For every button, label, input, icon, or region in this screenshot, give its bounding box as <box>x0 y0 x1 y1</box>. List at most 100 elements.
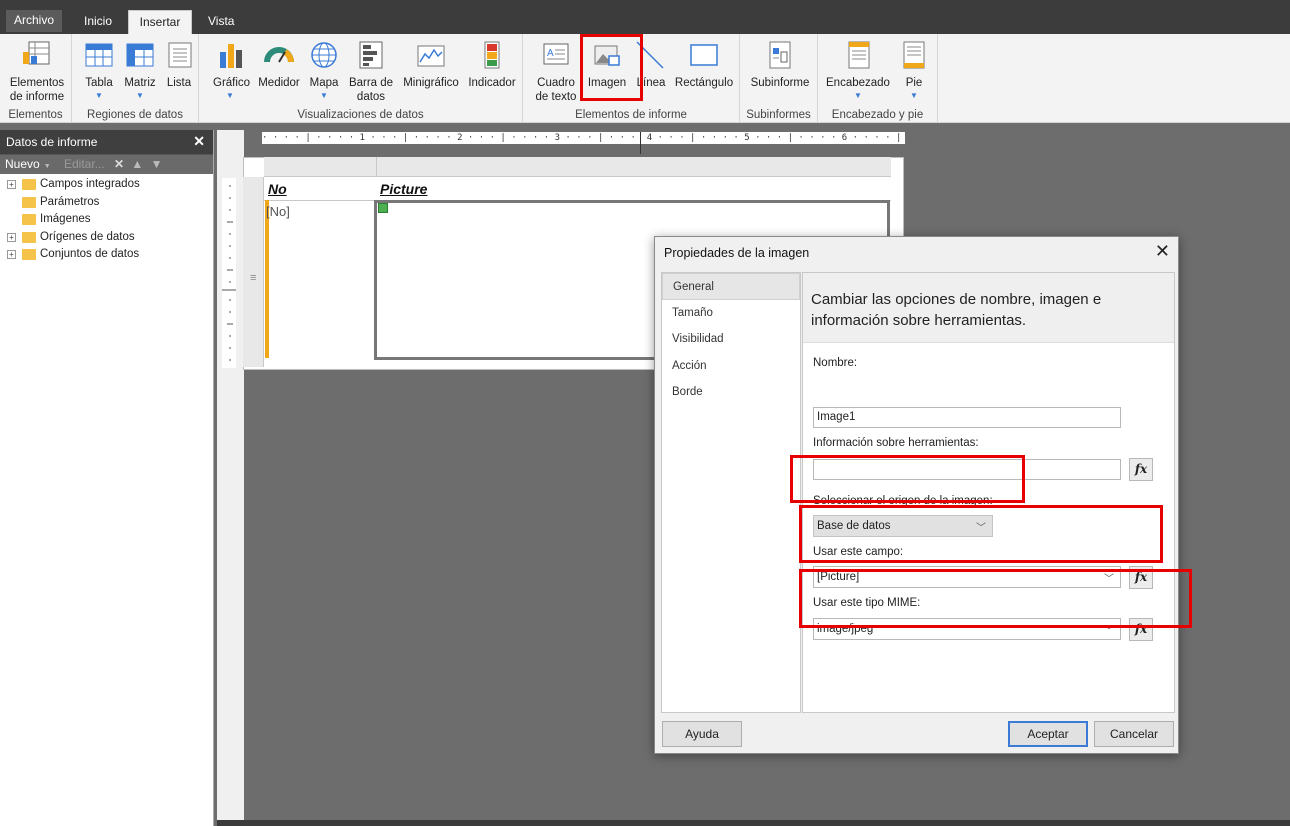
tree-item-imagenes[interactable]: Imágenes <box>0 211 213 229</box>
nombre-field[interactable]: Image1 <box>813 407 1121 428</box>
rectangulo-button[interactable]: Rectángulo <box>673 38 735 90</box>
expand-icon[interactable]: + <box>7 180 16 189</box>
folder-icon <box>22 231 36 243</box>
close-icon[interactable]: ✕ <box>1155 241 1170 262</box>
tab-insertar[interactable]: Insertar <box>128 10 192 34</box>
group-visualizaciones: Gráfico ▼ Medidor Mapa ▼ Barra de datos <box>199 34 523 123</box>
tab-archivo[interactable]: Archivo <box>6 10 63 32</box>
nav-accion[interactable]: Acción <box>662 353 800 380</box>
textbox-icon: A <box>540 38 572 72</box>
header-icon <box>842 38 874 72</box>
aceptar-button[interactable]: Aceptar <box>1008 721 1088 747</box>
row-group-marker <box>265 200 269 358</box>
minigrafico-button[interactable]: Minigráfico <box>401 38 461 90</box>
editar-button[interactable]: Editar... <box>64 157 105 171</box>
highlight-origen <box>790 455 1025 503</box>
dialog-heading: Cambiar las opciones de nombre, imagen e… <box>803 273 1174 343</box>
medidor-button[interactable]: Medidor <box>257 38 301 90</box>
folder-icon <box>22 179 36 190</box>
tree-item-origenes-de-datos[interactable]: + Orígenes de datos <box>0 229 213 247</box>
group-encabezado-pie: Encabezado ▼ Pie ▼ Encabezado y pie <box>818 34 938 123</box>
nav-general[interactable]: General <box>662 273 800 300</box>
nav-borde[interactable]: Borde <box>662 379 800 406</box>
pie-button[interactable]: Pie ▼ <box>896 38 932 101</box>
chevron-down-icon: ▼ <box>95 91 103 100</box>
chevron-down-icon[interactable]: ▼ <box>44 163 51 170</box>
chevron-down-icon: ▼ <box>910 91 918 100</box>
barra-de-datos-button[interactable]: Barra de datos <box>347 38 395 104</box>
rectangle-icon <box>688 38 720 72</box>
header-cell-no[interactable]: No <box>268 181 287 197</box>
mapa-button[interactable]: Mapa ▼ <box>307 38 341 101</box>
expand-icon[interactable]: + <box>7 232 16 242</box>
tree-item-campos-integrados[interactable]: + Campos integrados <box>0 176 213 194</box>
chevron-down-icon: ▼ <box>226 91 234 100</box>
cuadro-de-texto-button[interactable]: A Cuadro de texto <box>533 38 579 104</box>
table-column-handles[interactable] <box>264 157 891 177</box>
highlight-mime <box>799 569 1192 628</box>
group-label-regiones: Regiones de datos <box>87 109 183 121</box>
tab-vista[interactable]: Vista <box>200 10 242 34</box>
encabezado-button[interactable]: Encabezado ▼ <box>826 38 890 101</box>
globe-icon <box>308 38 340 72</box>
folder-icon <box>22 214 36 225</box>
report-items-icon <box>21 38 53 72</box>
nuevo-button[interactable]: Nuevo <box>5 157 40 171</box>
indicador-button[interactable]: Indicador <box>465 38 519 90</box>
folder-icon <box>22 249 36 260</box>
delete-icon[interactable]: ✕ <box>114 157 124 171</box>
group-label-subinformes: Subinformes <box>746 109 811 121</box>
expand-icon[interactable]: + <box>7 250 16 259</box>
row-group-icon: ≡ <box>250 272 257 284</box>
tree-item-parametros[interactable]: Parámetros <box>0 194 213 212</box>
chevron-down-icon: ▼ <box>320 91 328 100</box>
dialog-title: Propiedades de la imagen <box>664 246 810 260</box>
move-up-icon[interactable]: ▲ <box>131 157 143 171</box>
chevron-down-icon: ▼ <box>854 91 862 100</box>
nav-tamano[interactable]: Tamaño <box>662 300 800 327</box>
list-icon <box>164 38 196 72</box>
matrix-icon <box>124 38 156 72</box>
status-bar <box>217 820 1290 826</box>
panel-header: Datos de informe ✕ <box>0 130 213 154</box>
image-placeholder-icon <box>378 203 388 213</box>
grafico-button[interactable]: Gráfico ▼ <box>213 38 250 101</box>
group-label-visualizaciones: Visualizaciones de datos <box>297 109 424 121</box>
report-data-panel: Datos de informe ✕ Nuevo ▼ Editar... ✕ ▲ … <box>0 130 214 826</box>
tooltip-expression-button[interactable]: fx <box>1129 458 1153 481</box>
lista-button[interactable]: Lista <box>164 38 194 90</box>
folder-icon <box>22 196 36 208</box>
close-icon[interactable]: ✕ <box>193 133 205 150</box>
cancelar-button[interactable]: Cancelar <box>1094 721 1174 747</box>
tabla-button[interactable]: Tabla ▼ <box>82 38 116 101</box>
subreport-icon <box>764 38 796 72</box>
chevron-down-icon: ▼ <box>136 91 144 100</box>
dialog-nav: General Tamaño Visibilidad Acción Borde <box>661 272 801 713</box>
chart-icon <box>214 38 246 72</box>
panel-title: Datos de informe <box>6 135 98 149</box>
highlight-imagen <box>580 34 643 101</box>
elementos-de-informe-button[interactable]: Elementos de informe <box>5 38 69 104</box>
vertical-ruler <box>222 178 236 368</box>
footer-icon <box>898 38 930 72</box>
tooltip-label: Información sobre herramientas: <box>813 437 979 449</box>
header-cell-picture[interactable]: Picture <box>380 181 427 197</box>
nav-visibilidad[interactable]: Visibilidad <box>662 326 800 353</box>
horizontal-ruler: · · · · | · · · · 1 · · · | · · · · 2 · … <box>262 132 905 144</box>
move-down-icon[interactable]: ▼ <box>151 157 163 171</box>
subinforme-button[interactable]: Subinforme <box>748 38 812 90</box>
group-label-encabezado-pie: Encabezado y pie <box>831 109 924 121</box>
group-label-elementos: Elementos <box>8 109 63 121</box>
group-regiones: Tabla ▼ Matriz ▼ Lista Regiones de datos <box>72 34 199 123</box>
sparkline-icon <box>415 38 447 72</box>
tree-item-conjuntos-de-datos[interactable]: + Conjuntos de datos <box>0 246 213 264</box>
tab-inicio[interactable]: Inicio <box>76 10 120 34</box>
matriz-button[interactable]: Matriz ▼ <box>122 38 158 101</box>
cell-no[interactable]: [No] <box>266 204 290 219</box>
column-separator <box>376 157 377 177</box>
ruler-marker <box>640 132 641 154</box>
table-icon <box>83 38 115 72</box>
indicator-icon <box>476 38 508 72</box>
ribbon: Elementos de informe Elementos Tabla ▼ M… <box>0 34 1290 123</box>
ayuda-button[interactable]: Ayuda <box>662 721 742 747</box>
